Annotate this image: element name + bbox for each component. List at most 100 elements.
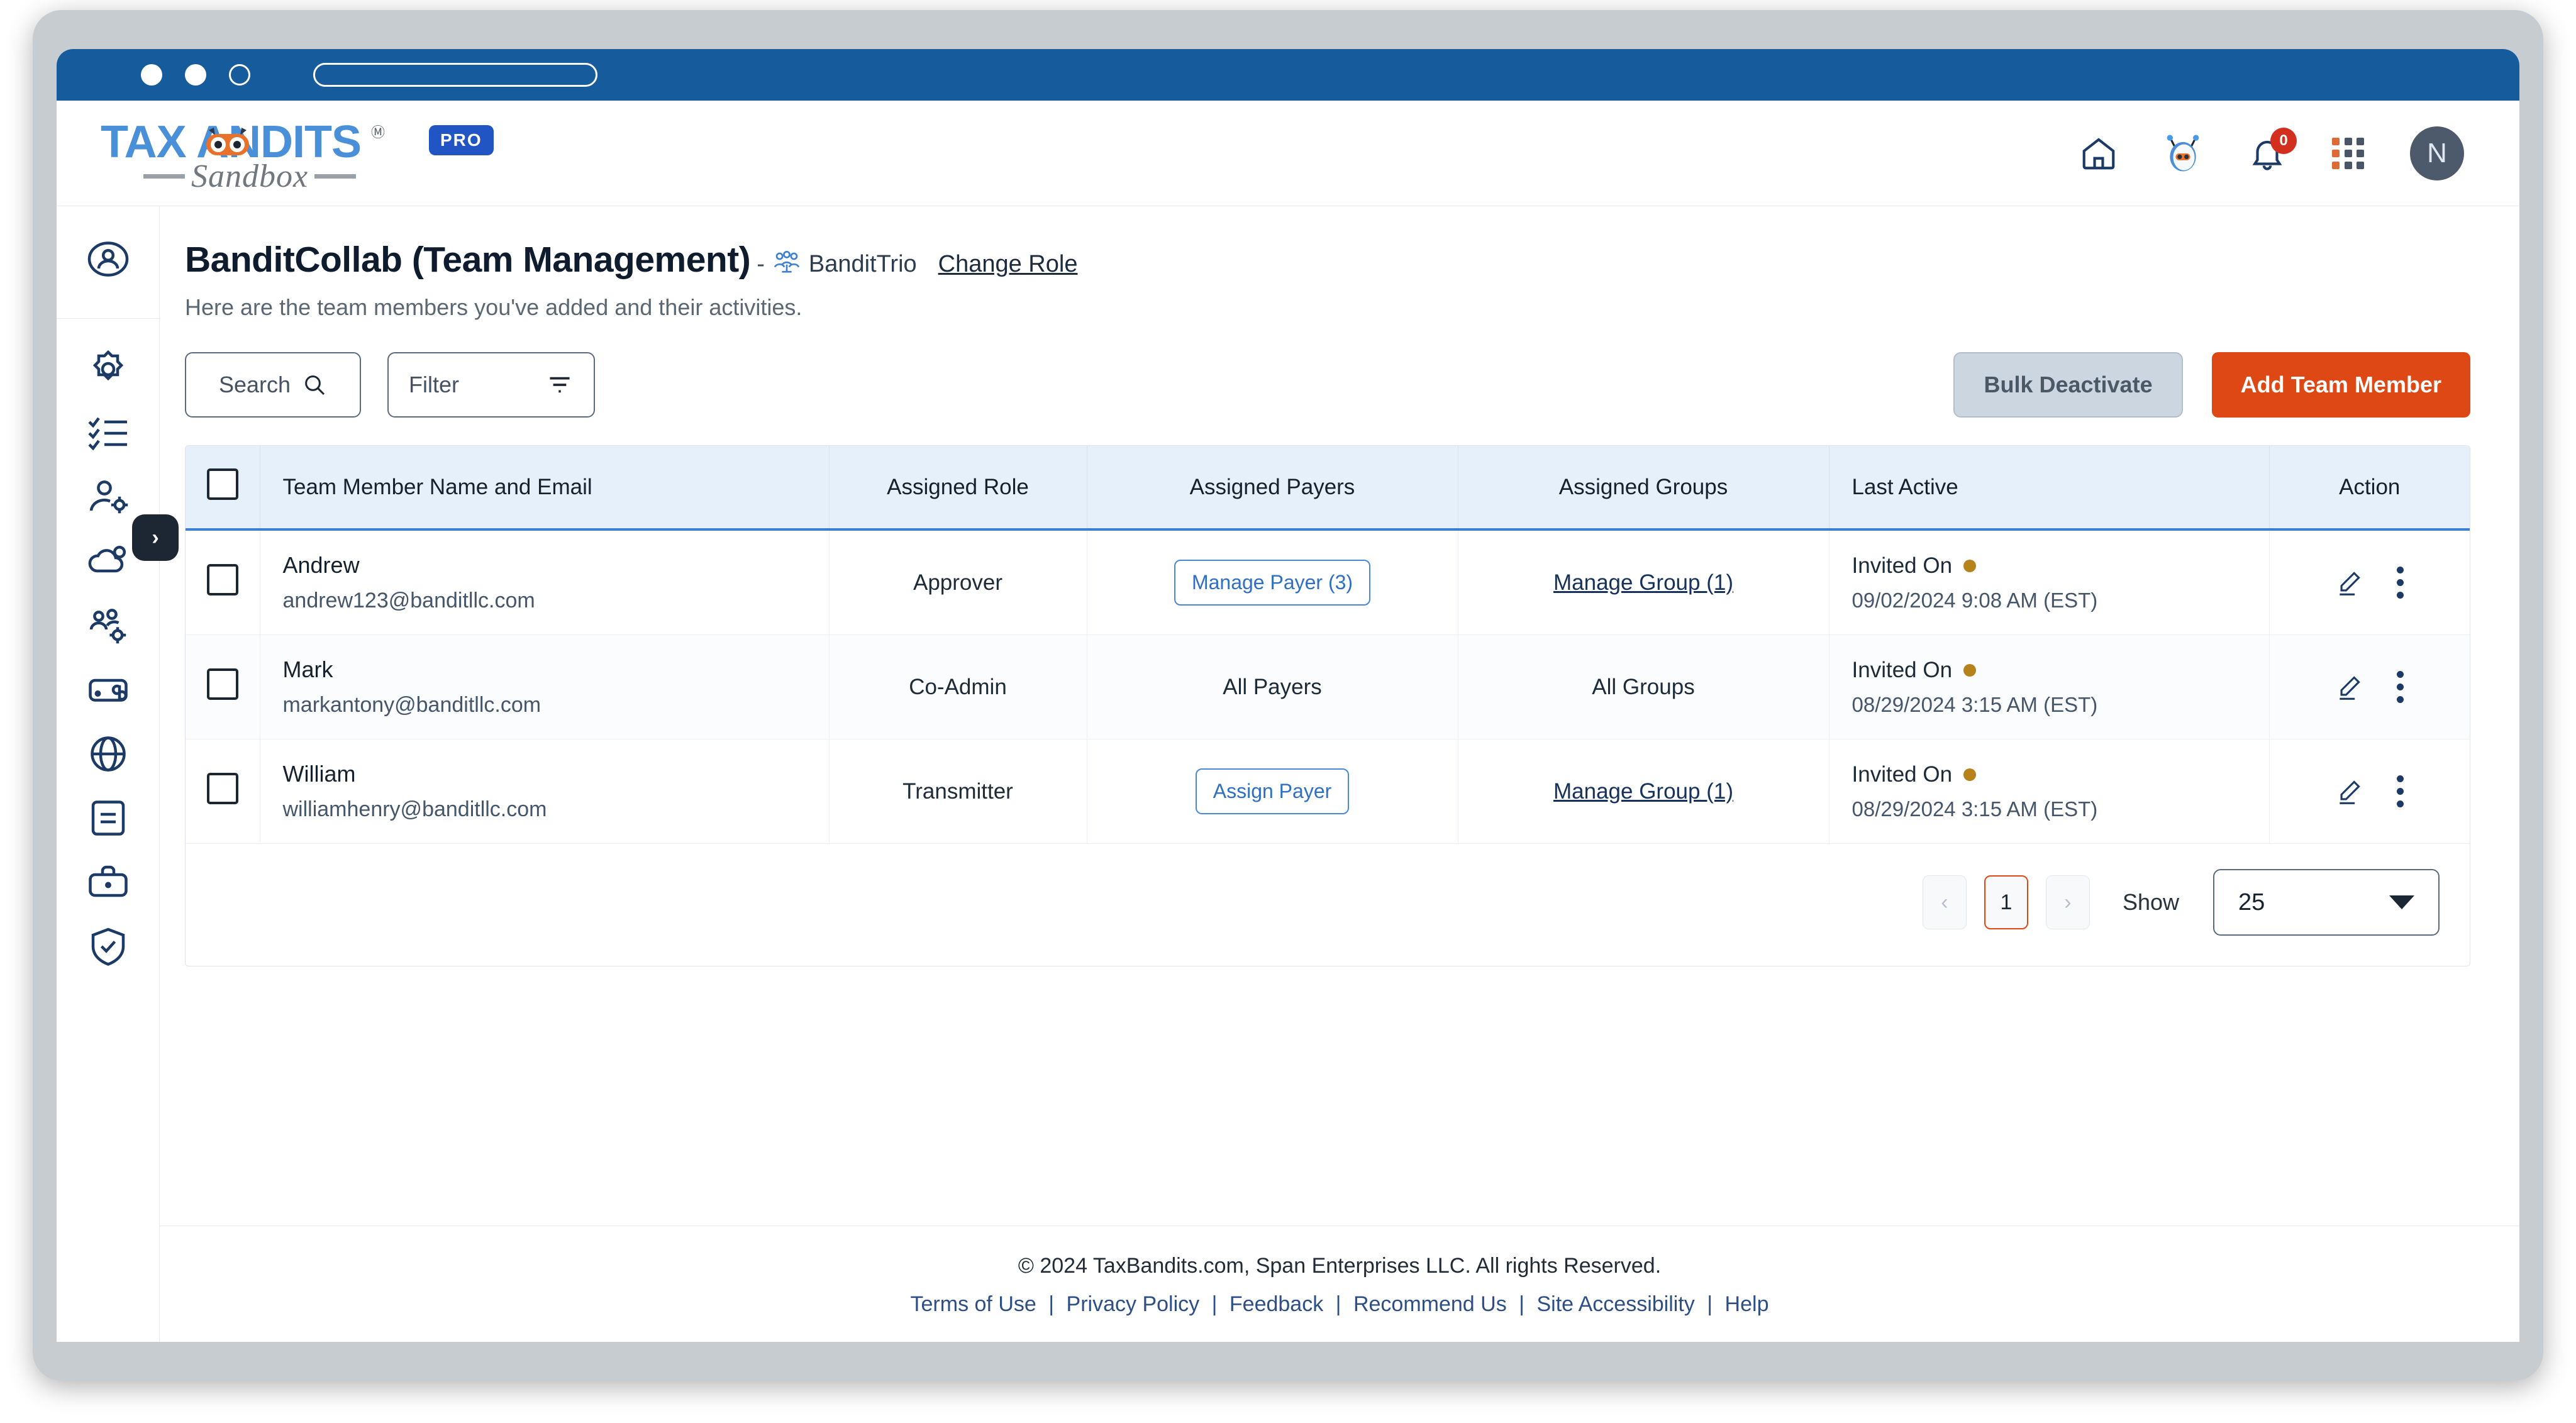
- sidebar-item-user-settings[interactable]: [86, 475, 131, 520]
- change-role-link[interactable]: Change Role: [938, 251, 1078, 278]
- invited-label: Invited On: [1852, 761, 1953, 787]
- row-select-cell: [186, 634, 260, 739]
- footer-link-help[interactable]: Help: [1725, 1292, 1769, 1316]
- footer-link-terms[interactable]: Terms of Use: [911, 1292, 1036, 1316]
- filter-icon: [550, 377, 570, 393]
- role-cell: Transmitter: [829, 739, 1087, 844]
- row-checkbox[interactable]: [206, 564, 238, 595]
- member-name: William: [282, 761, 356, 787]
- sidebar-divider: [57, 318, 160, 319]
- member-name: Mark: [282, 656, 333, 682]
- row-actions: [2270, 671, 2470, 703]
- row-checkbox[interactable]: [206, 773, 238, 804]
- pro-badge: PRO: [429, 125, 494, 155]
- more-options-icon[interactable]: [2397, 671, 2404, 703]
- row-checkbox[interactable]: [206, 668, 238, 700]
- page-size-label: Show: [2122, 889, 2179, 915]
- groups-cell: All Groups: [1458, 634, 1829, 739]
- action-cell: [2269, 529, 2470, 635]
- browser-url-bar[interactable]: [313, 63, 597, 87]
- home-icon[interactable]: [2079, 134, 2118, 173]
- select-all-header: [186, 446, 260, 529]
- header-actions: 0 N: [2079, 101, 2464, 206]
- bell-icon-wrapper[interactable]: 0: [2248, 128, 2297, 173]
- group-people-icon: [774, 250, 800, 273]
- invited-timestamp: 08/29/2024 3:15 AM (EST): [1852, 797, 2098, 821]
- filter-dropdown[interactable]: Filter: [387, 352, 595, 418]
- sidebar-item-profile[interactable]: [86, 236, 131, 282]
- window-dot-minimize[interactable]: [185, 64, 206, 86]
- more-options-icon[interactable]: [2397, 567, 2404, 599]
- edit-pencil-icon[interactable]: [2335, 673, 2363, 701]
- table-head: Team Member Name and Email Assigned Role…: [186, 446, 2470, 529]
- window-dot-maximize[interactable]: [229, 64, 250, 86]
- sidebar-item-settings[interactable]: [86, 346, 131, 392]
- groups-cell: Manage Group (1): [1458, 529, 1829, 635]
- col-header-role[interactable]: Assigned Role: [829, 446, 1087, 529]
- sidebar-item-team-settings[interactable]: [86, 603, 131, 648]
- assign-payer-button[interactable]: Assign Payer: [1195, 768, 1350, 814]
- add-team-member-button[interactable]: Add Team Member: [2211, 352, 2470, 418]
- more-options-icon[interactable]: [2397, 775, 2404, 807]
- manage-group-link[interactable]: Manage Group (1): [1553, 779, 1733, 804]
- col-header-last-active[interactable]: Last Active: [1829, 446, 2270, 529]
- col-header-name[interactable]: Team Member Name and Email: [260, 446, 830, 529]
- sidebar-item-checklist[interactable]: [86, 411, 131, 456]
- payers-cell: Assign Payer: [1087, 739, 1458, 844]
- bulk-deactivate-button[interactable]: Bulk Deactivate: [1953, 352, 2183, 418]
- footer-link-feedback[interactable]: Feedback: [1230, 1292, 1323, 1316]
- footer-copyright: © 2024 TaxBandits.com, Span Enterprises …: [1018, 1254, 1662, 1278]
- footer-link-accessibility[interactable]: Site Accessibility: [1536, 1292, 1694, 1316]
- sidebar-item-cloud-user[interactable]: [86, 539, 131, 584]
- payers-cell: All Payers: [1087, 634, 1458, 739]
- footer-link-privacy[interactable]: Privacy Policy: [1067, 1292, 1200, 1316]
- sidebar-expand-button[interactable]: ›: [132, 514, 179, 561]
- page-header-row: BanditCollab (Team Management) - BanditT…: [185, 239, 2470, 280]
- edit-pencil-icon[interactable]: [2335, 569, 2363, 597]
- pagination-prev-button[interactable]: ‹: [1922, 875, 1967, 929]
- avatar[interactable]: N: [2410, 126, 2464, 180]
- edit-pencil-icon[interactable]: [2335, 778, 2363, 806]
- sidebar-item-globe[interactable]: [86, 731, 131, 777]
- taxbandits-logo: TAX ANDITS Ⓜ Sandbox: [101, 116, 415, 194]
- app-header: TAX ANDITS Ⓜ Sandbox PRO 0 N: [57, 101, 2519, 206]
- apps-grid-icon[interactable]: [2332, 138, 2365, 169]
- footer-link-recommend[interactable]: Recommend Us: [1353, 1292, 1507, 1316]
- search-input[interactable]: Search: [185, 352, 361, 418]
- row-actions: [2270, 567, 2470, 599]
- table-row: Mark markantony@banditllc.com Co-Admin A…: [186, 634, 2470, 739]
- last-active-cell: Invited On 08/29/2024 3:15 AM (EST): [1829, 739, 2270, 844]
- action-cell: [2269, 635, 2470, 739]
- role-cell: Approver: [829, 529, 1087, 635]
- last-active-cell: Invited On 08/29/2024 3:15 AM (EST): [1829, 634, 2270, 739]
- sidebar-item-briefcase[interactable]: [86, 860, 131, 905]
- logo-bar-right: [314, 174, 357, 179]
- invited-label: Invited On: [1852, 553, 1953, 578]
- sidebar-item-wallet[interactable]: [86, 667, 131, 712]
- col-header-groups[interactable]: Assigned Groups: [1458, 446, 1829, 529]
- page-size-value: 25: [2238, 889, 2265, 916]
- member-cell: Andrew andrew123@banditllc.com: [260, 529, 830, 635]
- select-all-checkbox[interactable]: [206, 468, 238, 500]
- groups-cell: Manage Group (1): [1458, 739, 1829, 844]
- pagination-page-1[interactable]: 1: [1984, 875, 2028, 929]
- invited-line: Invited On: [1852, 658, 2269, 683]
- bot-icon[interactable]: [2163, 134, 2202, 173]
- row-actions: [2270, 775, 2470, 807]
- manage-group-link[interactable]: Manage Group (1): [1553, 570, 1733, 595]
- window-dot-close[interactable]: [141, 64, 162, 86]
- sidebar-item-document[interactable]: [86, 795, 131, 841]
- manage-payer-button[interactable]: Manage Payer (3): [1174, 560, 1371, 606]
- brand-logo[interactable]: TAX ANDITS Ⓜ Sandbox PRO: [101, 116, 494, 194]
- page-title: BanditCollab (Team Management): [185, 240, 751, 280]
- col-header-payers[interactable]: Assigned Payers: [1087, 446, 1458, 529]
- team-members-table-card: Team Member Name and Email Assigned Role…: [185, 445, 2470, 966]
- sidebar-item-shield-check[interactable]: [86, 924, 131, 969]
- last-active-cell: Invited On 09/02/2024 9:08 AM (EST): [1829, 529, 2270, 635]
- org-name: BanditTrio: [808, 251, 917, 277]
- search-icon: [305, 375, 325, 396]
- page-size-select[interactable]: 25: [2213, 869, 2440, 936]
- main-content: BanditCollab (Team Management) - BanditT…: [160, 206, 2519, 1342]
- pagination-next-button[interactable]: ›: [2045, 875, 2090, 929]
- app-body: › BanditCollab (Team Management) - Bandi…: [57, 206, 2519, 1342]
